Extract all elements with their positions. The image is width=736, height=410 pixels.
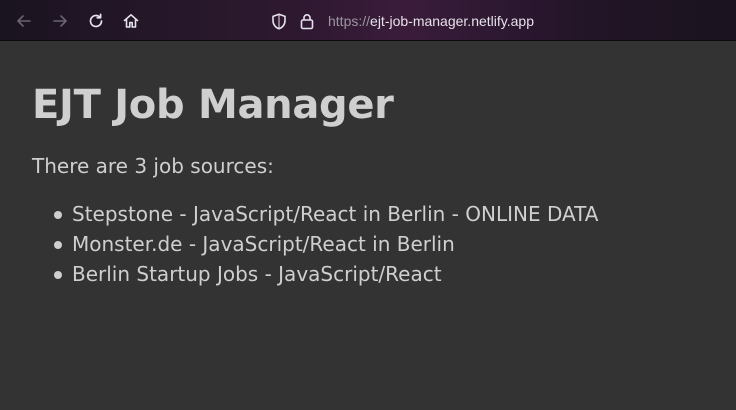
list-item: Berlin Startup Jobs - JavaScript/React xyxy=(54,259,722,289)
url-text[interactable]: https://ejt-job-manager.netlify.app xyxy=(328,13,534,29)
forward-button[interactable] xyxy=(49,10,71,32)
back-arrow-icon xyxy=(15,12,33,30)
bullet-icon xyxy=(54,241,62,249)
job-sources-intro: There are 3 job sources: xyxy=(32,154,274,178)
lock-icon[interactable] xyxy=(298,12,316,30)
url-scheme: https:// xyxy=(328,13,371,29)
address-bar[interactable]: https://ejt-job-manager.netlify.app xyxy=(270,9,534,33)
reload-button[interactable] xyxy=(85,10,107,32)
forward-arrow-icon xyxy=(51,12,69,30)
job-source-label: Stepstone - JavaScript/React in Berlin -… xyxy=(72,202,599,226)
home-button[interactable] xyxy=(120,10,142,32)
bullet-icon xyxy=(54,211,62,219)
job-sources-list: Stepstone - JavaScript/React in Berlin -… xyxy=(32,199,722,289)
home-icon xyxy=(122,12,140,30)
url-host: ejt-job-manager.netlify.app xyxy=(370,13,534,29)
list-item: Stepstone - JavaScript/React in Berlin -… xyxy=(54,199,722,229)
browser-toolbar: https://ejt-job-manager.netlify.app xyxy=(0,0,736,41)
back-button[interactable] xyxy=(13,10,35,32)
job-source-label: Monster.de - JavaScript/React in Berlin xyxy=(72,232,455,256)
page-content: EJT Job Manager There are 3 job sources:… xyxy=(32,41,722,289)
job-source-label: Berlin Startup Jobs - JavaScript/React xyxy=(72,262,442,286)
page-title: EJT Job Manager xyxy=(32,82,394,128)
tracking-protection-shield-icon[interactable] xyxy=(270,12,288,30)
list-item: Monster.de - JavaScript/React in Berlin xyxy=(54,229,722,259)
bullet-icon xyxy=(54,271,62,279)
reload-icon xyxy=(87,12,105,30)
